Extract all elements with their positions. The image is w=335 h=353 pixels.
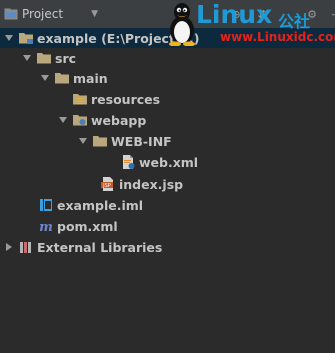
expanded-arrow-icon[interactable] xyxy=(58,115,68,125)
pom-label: pom.xml xyxy=(57,218,118,234)
folder-icon xyxy=(37,53,51,64)
resources-folder-icon xyxy=(73,94,87,105)
svg-text:JSP: JSP xyxy=(102,183,111,189)
tree-node-root[interactable]: example (E:\Project\...) xyxy=(0,28,335,48)
svg-text:m: m xyxy=(39,220,53,234)
chevron-down-icon[interactable]: ▼ xyxy=(91,9,98,19)
src-label: src xyxy=(55,50,77,66)
maven-pom-icon: m xyxy=(39,220,53,234)
xml-file-icon xyxy=(123,155,135,169)
collapse-icon[interactable]: ⇵ xyxy=(254,6,270,22)
collapsed-arrow-icon[interactable] xyxy=(4,242,14,252)
webinf-label: WEB-INF xyxy=(111,133,172,149)
sync-icon[interactable]: ⊕ xyxy=(228,6,244,22)
libraries-icon xyxy=(20,242,31,253)
module-folder-icon xyxy=(19,33,33,44)
tree-node-webxml[interactable]: web.xml xyxy=(0,152,335,172)
expanded-arrow-icon[interactable] xyxy=(40,73,50,83)
expanded-arrow-icon[interactable] xyxy=(4,33,14,43)
web-folder-icon xyxy=(73,115,87,126)
tree-node-webapp[interactable]: webapp xyxy=(0,110,335,130)
iml-label: example.iml xyxy=(57,197,144,213)
folder-icon xyxy=(93,136,107,147)
indexjsp-label: index.jsp xyxy=(119,176,184,192)
webxml-label: web.xml xyxy=(139,154,199,170)
root-label: example (E:\Project\...) xyxy=(37,30,200,46)
tree-node-resources[interactable]: resources xyxy=(0,89,335,109)
resources-label: resources xyxy=(91,91,161,107)
tree-node-iml[interactable]: example.iml xyxy=(0,195,335,215)
view-label: Project xyxy=(22,7,64,21)
header-toolbar: ⊕ ⇵ ⚙ ⇥ xyxy=(228,6,335,22)
tree-node-pom[interactable]: m pom.xml xyxy=(0,216,335,236)
jsp-file-icon: JSP xyxy=(101,177,113,191)
webapp-label: webapp xyxy=(91,112,147,128)
tree-node-main[interactable]: main xyxy=(0,68,335,88)
project-tool-window-header: Project ▼ ⊕ ⇵ ⚙ ⇥ xyxy=(0,0,335,29)
hide-icon[interactable]: ⇥ xyxy=(328,6,335,22)
tree-node-indexjsp[interactable]: JSP index.jsp xyxy=(0,174,335,194)
expanded-arrow-icon[interactable] xyxy=(22,53,32,63)
project-view-icon xyxy=(4,8,18,20)
folder-icon xyxy=(55,73,69,84)
tree-node-external-libraries[interactable]: External Libraries xyxy=(0,237,335,257)
external-libraries-label: External Libraries xyxy=(37,239,163,255)
expanded-arrow-icon[interactable] xyxy=(78,136,88,146)
main-label: main xyxy=(73,70,108,86)
project-view-selector[interactable]: Project ▼ xyxy=(4,5,98,23)
tree-node-src[interactable]: src xyxy=(0,48,335,68)
settings-icon[interactable]: ⚙ xyxy=(304,6,320,22)
iml-file-icon xyxy=(40,199,52,211)
tree-node-webinf[interactable]: WEB-INF xyxy=(0,131,335,151)
